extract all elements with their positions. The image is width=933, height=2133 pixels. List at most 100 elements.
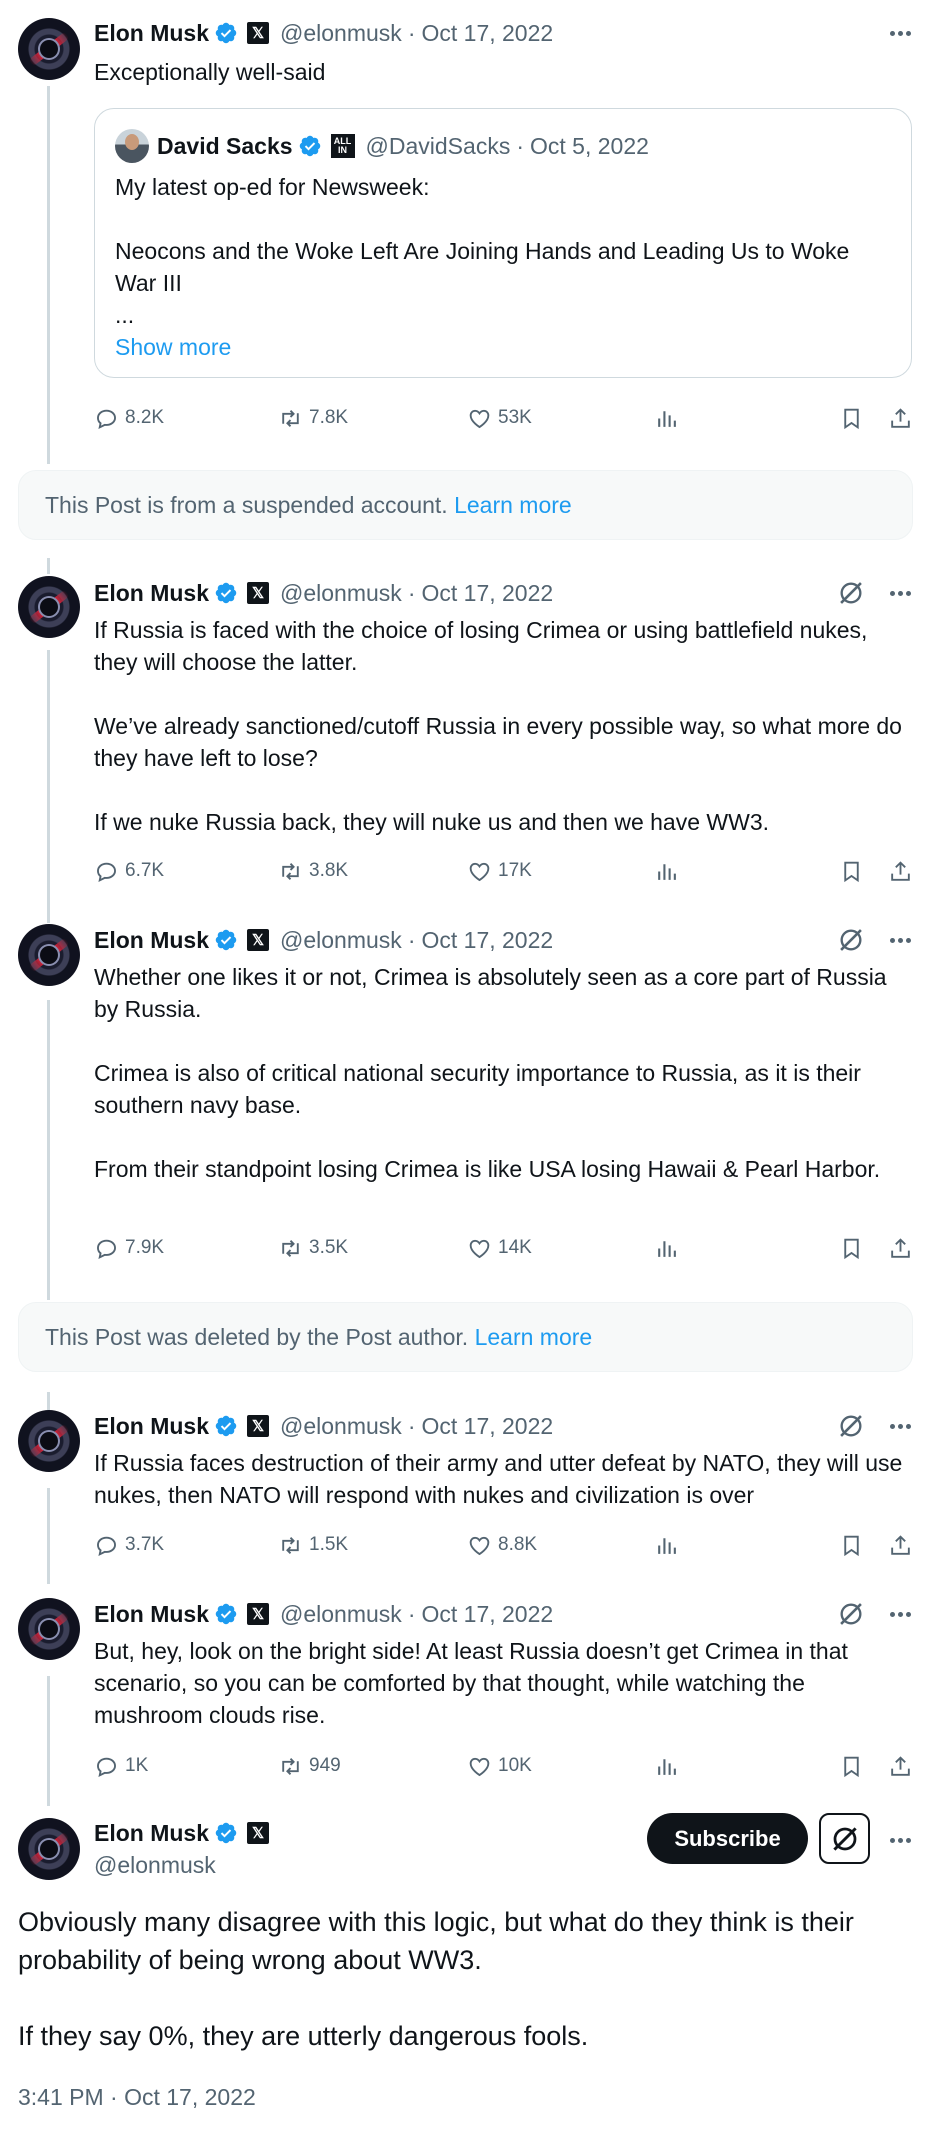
verified-badge-icon [214,1414,238,1438]
share-button[interactable] [888,403,913,433]
reply-icon [94,1754,119,1779]
views-button[interactable] [654,1530,679,1560]
author-name[interactable]: Elon Musk [94,580,209,607]
thread-line [47,1000,50,1300]
quote-author-name: David Sacks [157,132,293,159]
like-icon [467,1754,492,1779]
author-name[interactable]: Elon Musk [94,1820,209,1847]
more-icon[interactable] [890,1825,911,1855]
avatar[interactable] [18,1410,80,1472]
thread-line [47,1488,50,1584]
tweet-timestamp[interactable]: 3:41 PM · Oct 17, 2022 [18,2082,256,2112]
author-handle[interactable]: @elonmusk [280,20,402,47]
more-icon[interactable] [890,1411,911,1441]
quote-author-handle: @DavidSacks [365,132,511,159]
tweet-date[interactable]: Oct 17, 2022 [421,1413,553,1440]
tweet-date[interactable]: Oct 17, 2022 [421,20,553,47]
bookmark-icon [839,1754,864,1779]
more-icon[interactable] [890,925,911,955]
reply-button[interactable]: 8.2K [94,403,164,433]
bookmark-button[interactable] [839,1751,864,1781]
show-more-link[interactable]: Show more [115,331,231,363]
learn-more-link[interactable]: Learn more [475,1324,593,1351]
like-button[interactable]: 53K [467,403,532,433]
like-button[interactable]: 14K [467,1233,532,1263]
reply-button[interactable]: 3.7K [94,1530,164,1560]
share-icon [888,1236,913,1261]
repost-icon [278,406,303,431]
bookmark-button[interactable] [839,1530,864,1560]
avatar[interactable] [18,18,80,80]
x-logo-icon: 𝕏 [247,1603,270,1625]
bookmark-button[interactable] [839,856,864,886]
avatar[interactable] [18,576,80,638]
like-icon [467,406,492,431]
views-button[interactable] [654,1233,679,1263]
grok-button[interactable] [819,1813,870,1864]
avatar[interactable] [18,1598,80,1660]
avatar[interactable] [18,1818,80,1880]
views-icon [654,406,679,431]
author-name[interactable]: Elon Musk [94,927,209,954]
repost-button[interactable]: 7.8K [278,403,348,433]
grok-icon[interactable] [837,579,865,607]
share-button[interactable] [888,856,913,886]
repost-icon [278,1236,303,1261]
grok-icon[interactable] [837,1600,865,1628]
repost-button[interactable]: 949 [278,1751,341,1781]
grok-icon[interactable] [837,926,865,954]
repost-button[interactable]: 3.5K [278,1233,348,1263]
like-button[interactable]: 8.8K [467,1530,537,1560]
tweet-text: Exceptionally well-said [94,59,326,85]
share-button[interactable] [888,1233,913,1263]
views-button[interactable] [654,403,679,433]
views-button[interactable] [654,1751,679,1781]
views-button[interactable] [654,856,679,886]
x-logo-icon: 𝕏 [247,22,270,44]
share-button[interactable] [888,1530,913,1560]
learn-more-link[interactable]: Learn more [454,492,572,519]
reply-button[interactable]: 6.7K [94,856,164,886]
tweet-date[interactable]: Oct 17, 2022 [421,927,553,954]
author-handle[interactable]: @elonmusk [280,580,402,607]
subscribe-button[interactable]: Subscribe [647,1813,808,1864]
separator-dot: · [407,926,416,953]
author-name[interactable]: Elon Musk [94,20,209,47]
share-icon [888,859,913,884]
thread-line [47,1676,50,1806]
bookmark-button[interactable] [839,1233,864,1263]
quoted-tweet[interactable]: David Sacks ALL IN @DavidSacks · Oct 5, 2… [94,108,912,378]
tweet-date[interactable]: Oct 17, 2022 [421,580,553,607]
author-handle[interactable]: @elonmusk [94,1850,216,1880]
x-logo-icon: 𝕏 [247,1415,270,1437]
author-handle[interactable]: @elonmusk [280,1413,402,1440]
like-button[interactable]: 10K [467,1751,532,1781]
views-icon [654,1236,679,1261]
grok-icon[interactable] [837,1412,865,1440]
share-button[interactable] [888,1751,913,1781]
grok-icon [830,1824,860,1854]
views-icon [654,859,679,884]
bookmark-button[interactable] [839,403,864,433]
author-name[interactable]: Elon Musk [94,1601,209,1628]
verified-badge-icon [298,134,322,158]
quote-header: David Sacks ALL IN @DavidSacks · Oct 5, 2… [157,131,649,161]
tweet-header: Elon Musk 𝕏 @elonmusk · Oct 17, 2022 [94,1599,553,1629]
author-name[interactable]: Elon Musk [94,1413,209,1440]
repost-button[interactable]: 1.5K [278,1530,348,1560]
repost-icon [278,859,303,884]
tweet-date[interactable]: Oct 17, 2022 [421,1601,553,1628]
more-icon[interactable] [890,18,911,48]
reply-button[interactable]: 1K [94,1751,148,1781]
deleted-notice: This Post was deleted by the Post author… [18,1302,913,1372]
tweet-text: If Russia is faced with the choice of lo… [94,617,902,835]
thread-line [47,1392,50,1412]
repost-button[interactable]: 3.8K [278,856,348,886]
author-handle[interactable]: @elonmusk [280,927,402,954]
like-button[interactable]: 17K [467,856,532,886]
more-icon[interactable] [890,578,911,608]
more-icon[interactable] [890,1599,911,1629]
reply-button[interactable]: 7.9K [94,1233,164,1263]
avatar[interactable] [18,924,80,986]
author-handle[interactable]: @elonmusk [280,1601,402,1628]
